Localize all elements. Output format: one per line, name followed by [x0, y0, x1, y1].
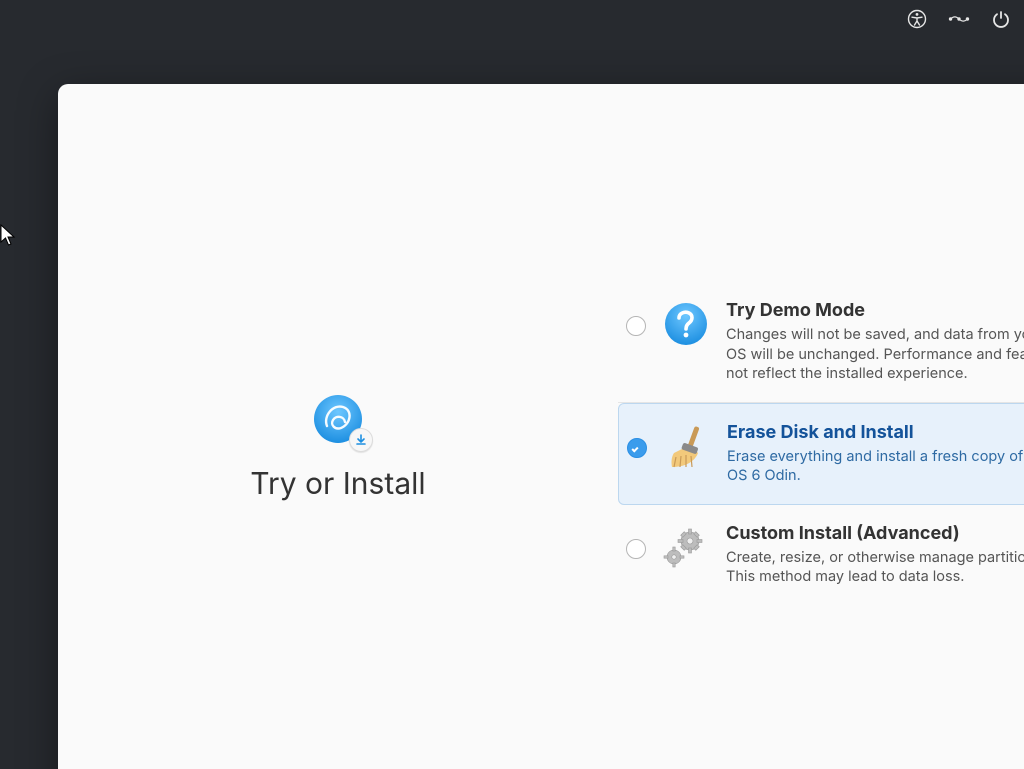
left-pane: Try or Install: [58, 84, 618, 769]
installer-window: Try or Install: [58, 84, 1024, 769]
option-erase-install[interactable]: Erase Disk and Install Erase everything …: [618, 403, 1024, 505]
top-bar: [906, 0, 1024, 34]
option-title: Erase Disk and Install: [727, 422, 1024, 443]
power-icon[interactable]: [990, 8, 1012, 30]
option-title: Custom Install (Advanced): [726, 523, 1024, 544]
radio-checked-icon[interactable]: [627, 438, 647, 458]
radio-unchecked-icon[interactable]: [626, 316, 646, 336]
broom-icon: [663, 422, 711, 470]
gears-icon: [662, 523, 710, 571]
install-options: Try Demo Mode Changes will not be saved,…: [618, 282, 1024, 605]
option-title: Try Demo Mode: [726, 300, 1024, 321]
mouse-cursor-icon: [0, 224, 18, 248]
option-try-demo[interactable]: Try Demo Mode Changes will not be saved,…: [618, 282, 1024, 403]
accessibility-icon[interactable]: [906, 8, 928, 30]
page-title: Try or Install: [250, 466, 425, 502]
download-badge-icon: [349, 428, 373, 452]
option-desc: Erase everything and install a fresh cop…: [727, 447, 1024, 486]
elementary-logo-icon: [311, 392, 365, 446]
option-custom-install[interactable]: Custom Install (Advanced) Create, resize…: [618, 505, 1024, 605]
question-icon: [662, 300, 710, 348]
option-desc: Create, resize, or otherwise manage part…: [726, 548, 1024, 587]
radio-unchecked-icon[interactable]: [626, 539, 646, 559]
network-icon[interactable]: [948, 8, 970, 30]
option-desc: Changes will not be saved, and data from…: [726, 325, 1024, 384]
